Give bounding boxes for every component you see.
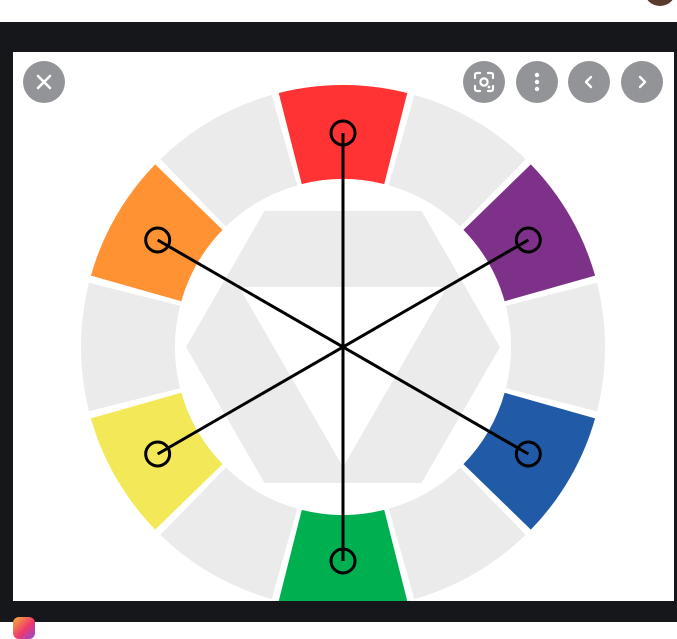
lens-button[interactable] <box>463 61 505 103</box>
more-options-button[interactable] <box>516 61 558 103</box>
close-icon <box>36 74 52 90</box>
close-button[interactable] <box>23 61 65 103</box>
chevron-left-icon <box>584 75 593 89</box>
neutral-segment <box>505 282 605 412</box>
image-preview[interactable] <box>13 52 674 601</box>
avatar[interactable] <box>644 0 676 6</box>
top-bar <box>0 0 677 22</box>
neutral-segment <box>81 282 181 412</box>
image-viewer <box>0 22 677 639</box>
color-wheel-image <box>81 84 605 601</box>
previous-button[interactable] <box>568 61 610 103</box>
google-lens-icon <box>473 71 495 93</box>
next-button[interactable] <box>621 61 663 103</box>
more-vertical-icon <box>534 72 540 92</box>
chevron-right-icon <box>638 75 647 89</box>
source-site-icon[interactable] <box>13 617 35 639</box>
